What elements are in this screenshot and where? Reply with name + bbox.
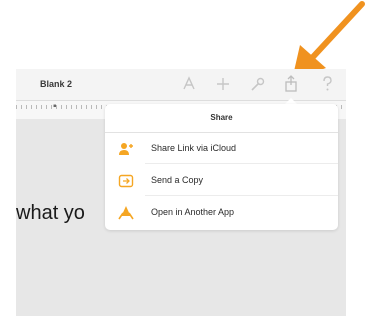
send-copy-item[interactable]: Send a Copy xyxy=(105,165,338,196)
open-app-icon xyxy=(118,205,134,221)
open-in-another-app-item[interactable]: Open in Another App xyxy=(105,197,338,228)
tab-stop-marker[interactable]: ▪ xyxy=(53,101,57,112)
help-icon[interactable] xyxy=(318,74,336,94)
person-share-icon xyxy=(118,141,134,157)
share-link-icloud-label: Share Link via iCloud xyxy=(151,143,237,153)
toolbar: Blank 2 xyxy=(16,69,346,100)
open-in-another-app-label: Open in Another App xyxy=(151,207,235,217)
menu-separator xyxy=(145,163,338,164)
popover-title: Share xyxy=(210,113,233,122)
format-brush-icon[interactable] xyxy=(180,74,198,94)
document-body-text[interactable]: what yo xyxy=(16,202,85,225)
share-link-icloud-item[interactable]: Share Link via iCloud xyxy=(105,133,338,164)
menu-separator xyxy=(145,195,338,196)
wrench-icon[interactable] xyxy=(248,74,266,94)
add-icon[interactable] xyxy=(214,74,232,94)
share-popover: Share Share Link via iCloud Send a Copy xyxy=(105,104,338,230)
send-copy-label: Send a Copy xyxy=(151,175,204,185)
page: Blank 2 ▪ what yo Share Share Link via i… xyxy=(0,0,378,316)
document-title[interactable]: Blank 2 xyxy=(40,79,72,89)
share-icon[interactable] xyxy=(282,74,300,94)
send-copy-icon xyxy=(118,173,134,189)
